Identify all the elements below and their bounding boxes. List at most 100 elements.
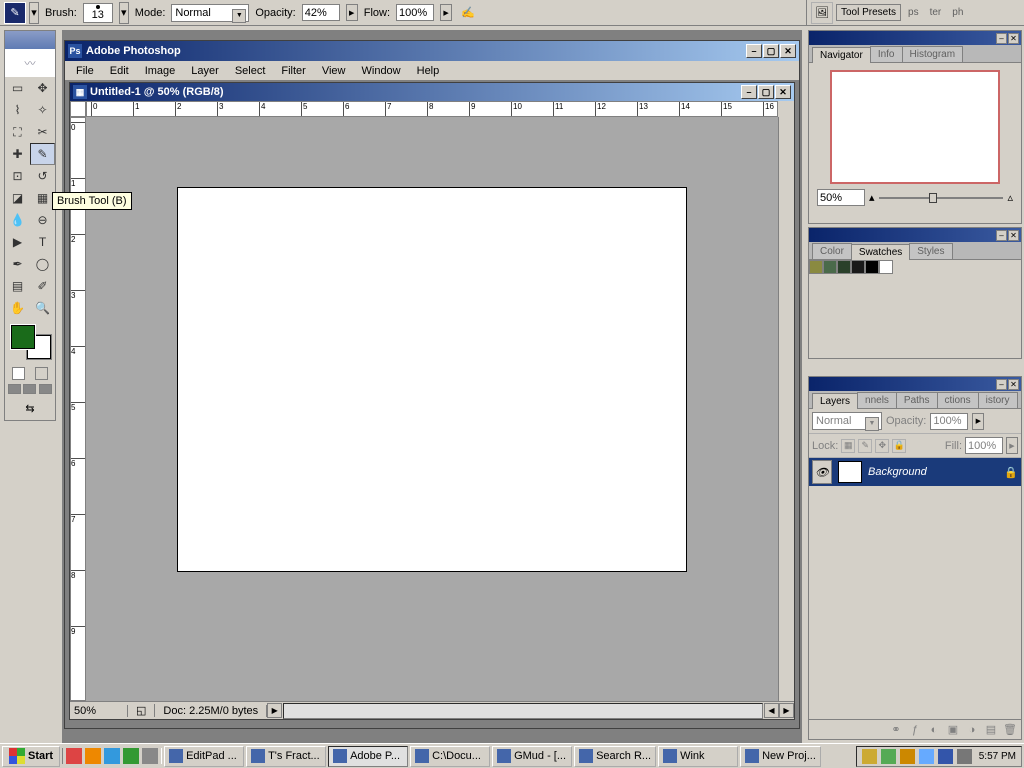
tab-paths[interactable]: Paths [896, 392, 938, 408]
lock-position-icon[interactable]: ✥ [875, 439, 889, 453]
swatch[interactable] [879, 260, 893, 274]
toolbox-header[interactable] [5, 31, 55, 49]
panel-min-icon[interactable]: – [996, 33, 1007, 44]
layers-panel-header[interactable]: –✕ [809, 377, 1021, 391]
tray-icon-6[interactable] [957, 749, 972, 764]
layer-row-background[interactable]: 👁 Background 🔒 [809, 458, 1021, 486]
wand-tool[interactable]: ✧ [30, 99, 55, 121]
screen-standard[interactable] [8, 384, 21, 394]
maximize-button[interactable]: ▢ [763, 44, 779, 58]
dock-tab-1[interactable]: ps [904, 5, 923, 20]
canvas[interactable] [177, 187, 687, 572]
airbrush-toggle[interactable]: ✍ [458, 4, 478, 22]
taskbar-button[interactable]: Search R... [574, 746, 656, 767]
ruler-horizontal[interactable]: 012345678910111213141516 [86, 101, 778, 117]
path-select-tool[interactable]: ▶ [5, 231, 30, 253]
navigator-zoom-slider[interactable] [879, 193, 1004, 203]
doc-size-status[interactable]: Doc: 2.25M/0 bytes [155, 705, 267, 717]
taskbar-button[interactable]: EditPad ... [164, 746, 244, 767]
tray-icon-4[interactable] [919, 749, 934, 764]
foreground-color-swatch[interactable] [11, 325, 35, 349]
navigator-panel-header[interactable]: –✕ [809, 31, 1021, 45]
menu-window[interactable]: Window [355, 63, 408, 79]
delete-layer-icon[interactable]: 🗑 [1003, 723, 1017, 737]
tab-styles[interactable]: Styles [909, 243, 952, 259]
eyedropper-tool[interactable]: ✐ [30, 275, 55, 297]
layer-name[interactable]: Background [868, 466, 927, 478]
opacity-flyout[interactable]: ▶ [346, 4, 358, 21]
notes-tool[interactable]: ▤ [5, 275, 30, 297]
tab-history[interactable]: istory [978, 392, 1018, 408]
hand-tool[interactable]: ✋ [5, 297, 30, 319]
layer-mask-icon[interactable]: ◐ [927, 723, 941, 737]
tab-actions[interactable]: ctions [937, 392, 979, 408]
tray-icon-3[interactable] [900, 749, 915, 764]
panel-close-icon[interactable]: ✕ [1008, 230, 1019, 241]
standard-mode-button[interactable] [12, 367, 25, 380]
tab-channels[interactable]: nnels [857, 392, 897, 408]
lock-transparency-icon[interactable]: ▦ [841, 439, 855, 453]
tab-histogram[interactable]: Histogram [902, 46, 964, 62]
tab-navigator[interactable]: Navigator [812, 47, 871, 63]
panel-close-icon[interactable]: ✕ [1008, 379, 1019, 390]
hscroll-left[interactable]: ◀ [764, 703, 779, 718]
slider-thumb[interactable] [929, 193, 937, 203]
canvas-viewport[interactable] [86, 117, 778, 701]
zoom-in-icon[interactable]: ▵ [1007, 191, 1013, 204]
layer-visibility-icon[interactable]: 👁 [812, 460, 832, 484]
lasso-tool[interactable]: ⌇ [5, 99, 30, 121]
hscroll-right[interactable]: ▶ [779, 703, 794, 718]
swatch[interactable] [809, 260, 823, 274]
tab-layers[interactable]: Layers [812, 393, 858, 409]
lock-all-icon[interactable]: 🔒 [892, 439, 906, 453]
menu-edit[interactable]: Edit [103, 63, 136, 79]
horizontal-scrollbar[interactable] [283, 703, 763, 719]
navigator-zoom-input[interactable]: 50% [817, 189, 865, 206]
ruler-origin[interactable] [70, 101, 86, 117]
status-preview-icon[interactable]: ◱ [128, 704, 155, 717]
taskbar-button[interactable]: Adobe P... [328, 746, 408, 767]
opacity-input[interactable]: 42% [302, 4, 340, 21]
crop-tool[interactable]: ⛶ [5, 121, 30, 143]
pen-tool[interactable]: ✒ [5, 253, 30, 275]
zoom-tool[interactable]: 🔍 [30, 297, 55, 319]
ql-icon-4[interactable] [123, 748, 139, 764]
current-tool-icon[interactable]: ✎ [4, 2, 26, 24]
clock[interactable]: 5:57 PM [976, 751, 1016, 762]
swatch[interactable] [851, 260, 865, 274]
new-group-icon[interactable]: ▣ [946, 723, 960, 737]
file-browser-icon[interactable]: 🖼 [811, 2, 833, 24]
navigator-thumbnail[interactable] [830, 70, 1000, 184]
menu-image[interactable]: Image [138, 63, 183, 79]
flow-flyout[interactable]: ▶ [440, 4, 452, 21]
panel-min-icon[interactable]: – [996, 379, 1007, 390]
tray-icon-5[interactable] [938, 749, 953, 764]
panel-min-icon[interactable]: – [996, 230, 1007, 241]
taskbar-button[interactable]: C:\Docu... [410, 746, 490, 767]
minimize-button[interactable]: – [746, 44, 762, 58]
type-tool[interactable]: T [30, 231, 55, 253]
zoom-input[interactable]: 50% [70, 705, 128, 717]
swatches-panel-header[interactable]: –✕ [809, 228, 1021, 242]
tray-icon-2[interactable] [881, 749, 896, 764]
menu-layer[interactable]: Layer [184, 63, 226, 79]
swatch[interactable] [865, 260, 879, 274]
dock-tab-2[interactable]: ter [926, 5, 946, 20]
healing-tool[interactable]: ✚ [5, 143, 30, 165]
doc-maximize-button[interactable]: ▢ [758, 85, 774, 99]
swatch[interactable] [823, 260, 837, 274]
doc-minimize-button[interactable]: – [741, 85, 757, 99]
blend-mode-select[interactable]: Normal [171, 4, 249, 22]
eraser-tool[interactable]: ◪ [5, 187, 30, 209]
menu-select[interactable]: Select [228, 63, 273, 79]
taskbar-button[interactable]: New Proj... [740, 746, 821, 767]
tray-icon-1[interactable] [862, 749, 877, 764]
new-layer-icon[interactable]: ▤ [984, 723, 998, 737]
jump-to-imageready[interactable]: ⇆ [21, 399, 39, 417]
tab-info[interactable]: Info [870, 46, 903, 62]
start-button[interactable]: Start [2, 746, 60, 767]
menu-filter[interactable]: Filter [274, 63, 312, 79]
menu-view[interactable]: View [315, 63, 353, 79]
status-flyout[interactable]: ▶ [267, 703, 282, 718]
close-button[interactable]: ✕ [780, 44, 796, 58]
